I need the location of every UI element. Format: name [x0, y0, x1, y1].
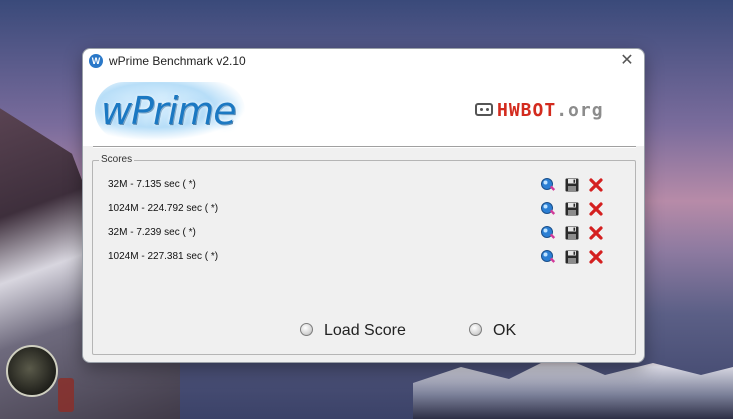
title-bar[interactable]: W wPrime Benchmark v2.10 ✕ — [83, 49, 644, 74]
save-icon[interactable] — [564, 201, 580, 217]
score-text: 32M - 7.135 sec ( *) — [108, 179, 196, 190]
window-title: wPrime Benchmark v2.10 — [109, 54, 246, 68]
score-row: 32M - 7.135 sec ( *) — [93, 175, 633, 195]
hwbot-tld: .org — [556, 100, 604, 121]
close-button[interactable]: ✕ — [618, 52, 636, 70]
save-icon[interactable] — [564, 225, 580, 241]
delete-icon[interactable] — [588, 225, 604, 241]
view-icon[interactable] — [540, 249, 556, 265]
app-icon: W — [89, 54, 103, 68]
scores-group-label: Scores — [99, 154, 135, 165]
ok-label: OK — [493, 322, 517, 339]
delete-icon[interactable] — [588, 177, 604, 193]
score-text: 1024M - 227.381 sec ( *) — [108, 251, 219, 262]
wprime-window: W wPrime Benchmark v2.10 ✕ wPrime HWBOT.… — [82, 48, 645, 363]
view-icon[interactable] — [540, 225, 556, 241]
hwbot-brand: HWBOT — [497, 100, 557, 121]
score-text: 1024M - 224.792 sec ( *) — [108, 203, 219, 214]
delete-icon[interactable] — [588, 201, 604, 217]
banner: wPrime HWBOT.org — [83, 74, 644, 146]
load-score-label: Load Score — [324, 322, 406, 339]
score-row: 32M - 7.239 sec ( *) — [93, 223, 633, 243]
banner-divider — [93, 146, 636, 148]
wprime-logo-text: wPrime — [101, 89, 237, 133]
delete-icon[interactable] — [588, 249, 604, 265]
hwbot-logo-text: HWBOT.org — [497, 100, 604, 121]
view-icon[interactable] — [540, 177, 556, 193]
scores-group: Scores 32M - 7.135 sec ( *) 1024M - 224.7… — [92, 154, 636, 355]
ok-radio-circle[interactable] — [469, 323, 482, 336]
watermark-stamp — [58, 378, 74, 412]
save-icon[interactable] — [564, 177, 580, 193]
view-icon[interactable] — [540, 201, 556, 217]
save-icon[interactable] — [564, 249, 580, 265]
watermark-seal — [6, 345, 58, 397]
score-text: 32M - 7.239 sec ( *) — [108, 227, 196, 238]
score-row: 1024M - 227.381 sec ( *) — [93, 247, 633, 267]
hwbot-robot-icon — [475, 103, 493, 116]
load-score-radio-circle[interactable] — [300, 323, 313, 336]
score-row: 1024M - 224.792 sec ( *) — [93, 199, 633, 219]
